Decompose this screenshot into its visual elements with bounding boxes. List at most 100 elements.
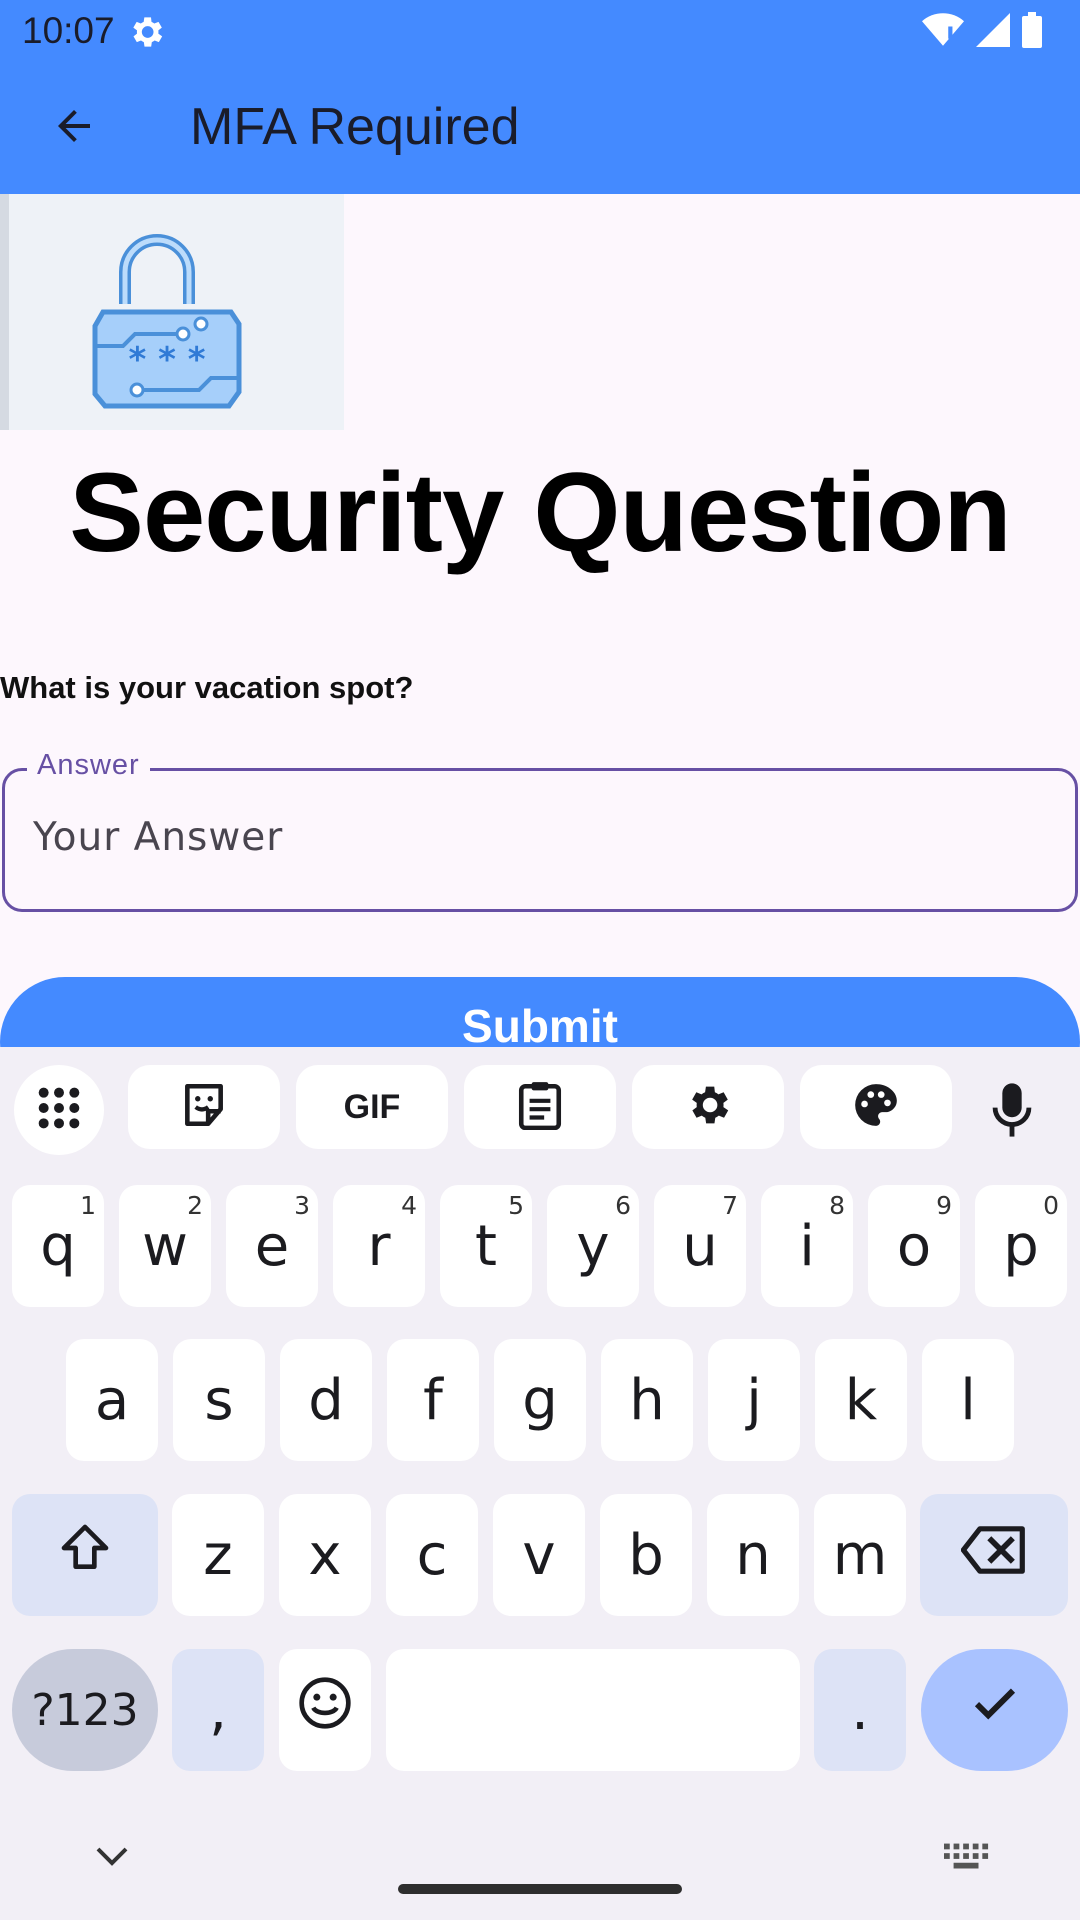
apps-grid-icon bbox=[36, 1085, 82, 1136]
symbols-key[interactable]: ?123 bbox=[12, 1649, 158, 1771]
sticker-icon bbox=[179, 1080, 229, 1135]
key-b[interactable]: b bbox=[600, 1494, 692, 1616]
key-hint: 9 bbox=[936, 1191, 952, 1220]
done-key[interactable] bbox=[921, 1649, 1068, 1771]
status-bar: 10:07 bbox=[0, 0, 1080, 62]
emoji-icon bbox=[297, 1675, 353, 1745]
key-r[interactable]: r4 bbox=[333, 1185, 425, 1307]
backspace-icon bbox=[960, 1523, 1027, 1588]
settings-icon bbox=[683, 1080, 733, 1135]
home-gesture-handle[interactable] bbox=[398, 1884, 682, 1894]
key-k[interactable]: k bbox=[815, 1339, 907, 1461]
key-hint: 1 bbox=[80, 1191, 96, 1220]
key-label: p bbox=[1003, 1213, 1039, 1279]
wifi-icon bbox=[922, 12, 964, 53]
clipboard-icon bbox=[517, 1080, 563, 1135]
key-label: j bbox=[746, 1367, 762, 1433]
key-l[interactable]: l bbox=[922, 1339, 1014, 1461]
key-p[interactable]: p0 bbox=[975, 1185, 1067, 1307]
key-label: d bbox=[308, 1367, 344, 1433]
key-hint: 5 bbox=[508, 1191, 524, 1220]
key-m[interactable]: m bbox=[814, 1494, 906, 1616]
keyboard-settings-button[interactable] bbox=[632, 1065, 784, 1149]
key-s[interactable]: s bbox=[173, 1339, 265, 1461]
space-key[interactable] bbox=[386, 1649, 800, 1771]
switch-keyboard-button[interactable] bbox=[944, 1842, 990, 1872]
gear-icon bbox=[126, 12, 166, 52]
key-hint: 7 bbox=[722, 1191, 738, 1220]
key-hint: 0 bbox=[1043, 1191, 1059, 1220]
key-hint: 8 bbox=[829, 1191, 845, 1220]
security-question-text: What is your vacation spot? bbox=[0, 670, 414, 705]
key-label: r bbox=[367, 1213, 391, 1279]
key-a[interactable]: a bbox=[66, 1339, 158, 1461]
key-n[interactable]: n bbox=[707, 1494, 799, 1616]
theme-button[interactable] bbox=[800, 1065, 952, 1149]
voice-input-button[interactable] bbox=[982, 1077, 1042, 1147]
key-w[interactable]: w2 bbox=[119, 1185, 211, 1307]
key-d[interactable]: d bbox=[280, 1339, 372, 1461]
answer-input[interactable] bbox=[33, 815, 1033, 860]
key-label: z bbox=[203, 1522, 233, 1588]
chevron-down-icon bbox=[96, 1847, 128, 1866]
key-label: u bbox=[682, 1213, 718, 1279]
battery-icon bbox=[1022, 11, 1042, 53]
key-v[interactable]: v bbox=[493, 1494, 585, 1616]
key-e[interactable]: e3 bbox=[226, 1185, 318, 1307]
key-label: l bbox=[960, 1367, 976, 1433]
status-icons bbox=[922, 11, 1042, 53]
key-h[interactable]: h bbox=[601, 1339, 693, 1461]
key-u[interactable]: u7 bbox=[654, 1185, 746, 1307]
key-t[interactable]: t5 bbox=[440, 1185, 532, 1307]
key-z[interactable]: z bbox=[172, 1494, 264, 1616]
key-y[interactable]: y6 bbox=[547, 1185, 639, 1307]
emoji-key[interactable] bbox=[279, 1649, 371, 1771]
key-q[interactable]: q1 bbox=[12, 1185, 104, 1307]
clipboard-button[interactable] bbox=[464, 1065, 616, 1149]
signal-icon bbox=[976, 12, 1010, 52]
key-label: s bbox=[204, 1367, 234, 1433]
shift-icon bbox=[56, 1520, 114, 1590]
key-label: h bbox=[629, 1367, 665, 1433]
key-label: i bbox=[799, 1213, 815, 1279]
answer-label: Answer bbox=[27, 749, 150, 782]
check-icon bbox=[968, 1676, 1022, 1744]
key-label: t bbox=[475, 1213, 497, 1279]
security-logo-image: * * * bbox=[0, 194, 344, 430]
key-j[interactable]: j bbox=[708, 1339, 800, 1461]
key-label: b bbox=[628, 1522, 664, 1588]
key-label: w bbox=[142, 1213, 188, 1279]
comma-key[interactable]: , bbox=[172, 1649, 264, 1771]
hide-keyboard-button[interactable] bbox=[92, 1840, 132, 1870]
apps-grid-button[interactable] bbox=[14, 1065, 104, 1155]
key-label: c bbox=[416, 1522, 448, 1588]
sticker-button[interactable] bbox=[128, 1065, 280, 1149]
back-button[interactable] bbox=[40, 94, 108, 162]
back-arrow-icon bbox=[50, 102, 98, 155]
app-bar: MFA Required bbox=[0, 62, 1080, 194]
key-i[interactable]: i8 bbox=[761, 1185, 853, 1307]
answer-field[interactable]: Answer bbox=[2, 749, 1078, 912]
security-question-heading: Security Question bbox=[69, 450, 1011, 575]
gif-button[interactable]: GIF bbox=[296, 1065, 448, 1149]
key-label: g bbox=[522, 1367, 558, 1433]
key-f[interactable]: f bbox=[387, 1339, 479, 1461]
key-label: q bbox=[40, 1213, 76, 1279]
key-o[interactable]: o9 bbox=[868, 1185, 960, 1307]
key-hint: 3 bbox=[294, 1191, 310, 1220]
keyboard-icon bbox=[944, 1843, 989, 1869]
key-c[interactable]: c bbox=[386, 1494, 478, 1616]
key-g[interactable]: g bbox=[494, 1339, 586, 1461]
key-hint: 2 bbox=[187, 1191, 203, 1220]
gif-icon: GIF bbox=[343, 1087, 401, 1126]
status-time: 10:07 bbox=[22, 10, 115, 51]
period-key[interactable]: . bbox=[814, 1649, 906, 1771]
key-x[interactable]: x bbox=[279, 1494, 371, 1616]
palette-icon bbox=[851, 1080, 901, 1135]
backspace-key[interactable] bbox=[920, 1494, 1068, 1616]
mic-icon bbox=[990, 1081, 1034, 1144]
key-label: y bbox=[576, 1213, 610, 1279]
key-label: n bbox=[735, 1522, 771, 1588]
shift-key[interactable] bbox=[12, 1494, 158, 1616]
key-label: v bbox=[522, 1522, 556, 1588]
